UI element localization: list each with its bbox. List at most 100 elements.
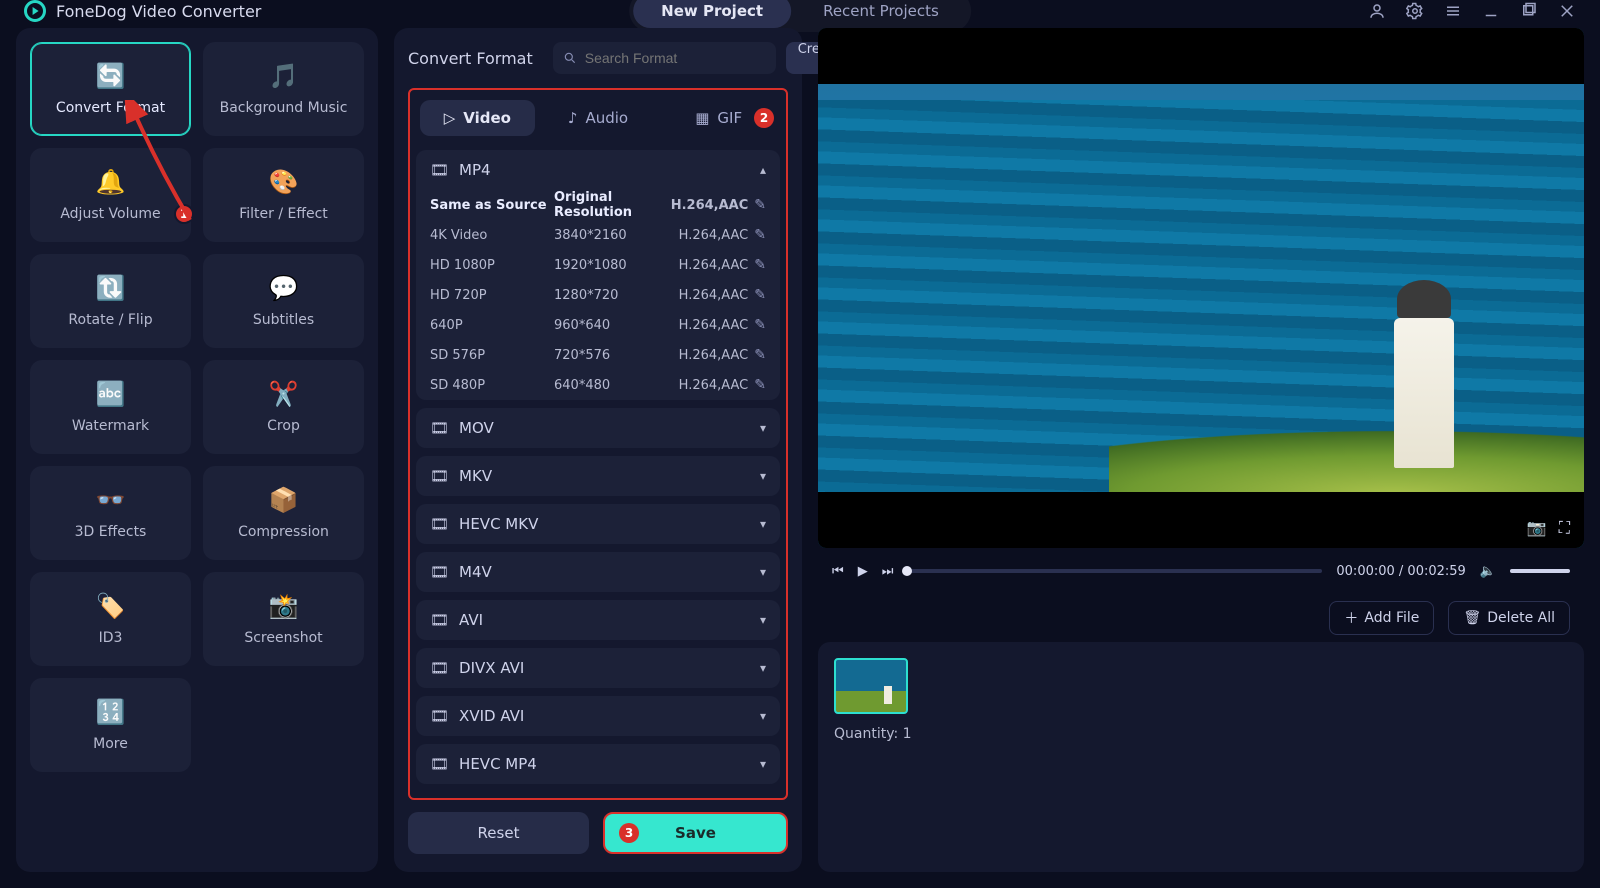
format-head-mov[interactable]: 🎞MOV▾	[416, 408, 780, 448]
camera-icon[interactable]: 📷	[1527, 518, 1547, 538]
format-row[interactable]: HD 1080P1920*1080H.264,AAC✎	[416, 250, 780, 280]
tab-new-project[interactable]: New Project	[633, 0, 791, 28]
chevron-down-icon: ▾	[760, 661, 766, 675]
edit-icon[interactable]: ✎	[754, 257, 766, 273]
format-row[interactable]: Same as SourceOriginal ResolutionH.264,A…	[416, 190, 780, 220]
format-row[interactable]: HD 720P1280*720H.264,AAC✎	[416, 280, 780, 310]
preset-resolution: 640*480	[554, 378, 679, 393]
preset-codec: H.264,AAC	[671, 198, 749, 213]
edit-icon[interactable]: ✎	[754, 347, 766, 363]
format-head-mkv[interactable]: 🎞MKV▾	[416, 456, 780, 496]
delete-all-button[interactable]: 🗑 Delete All	[1448, 601, 1570, 635]
format-row[interactable]: 4K Video3840*2160H.264,AAC✎	[416, 220, 780, 250]
id3-label: ID3	[99, 630, 123, 646]
chevron-up-icon: ▴	[760, 163, 766, 177]
tool-filter-effect[interactable]: 🎨Filter / Effect	[203, 148, 364, 242]
preset-resolution: 960*640	[554, 318, 679, 333]
format-head-avi[interactable]: 🎞AVI▾	[416, 600, 780, 640]
preset-label: HD 720P	[430, 288, 554, 303]
format-list: 🎞MP4▴Same as SourceOriginal ResolutionH.…	[416, 150, 780, 792]
format-row[interactable]: SD 480P640*480H.264,AAC✎	[416, 370, 780, 400]
volume-icon[interactable]: 🔈	[1480, 564, 1496, 579]
more-label: More	[93, 736, 128, 752]
tool-screenshot[interactable]: 📸 Screenshot	[203, 572, 364, 666]
lighthouse-image	[1394, 318, 1454, 468]
file-action-bar: ＋ Add File 🗑 Delete All	[818, 594, 1584, 642]
chevron-down-icon: ▾	[760, 613, 766, 627]
edit-icon[interactable]: ✎	[754, 317, 766, 333]
preset-codec: H.264,AAC	[679, 228, 749, 243]
tab-gif-label: GIF	[717, 109, 742, 127]
tool-background-music[interactable]: 🎵Background Music	[203, 42, 364, 136]
preset-label: Same as Source	[430, 198, 554, 213]
format-head-hevc-mkv[interactable]: 🎞HEVC MKV▾	[416, 504, 780, 544]
fullscreen-icon[interactable]: ⛶	[1559, 518, 1570, 538]
clip-thumbnail[interactable]	[834, 658, 908, 714]
compression-label: Compression	[238, 524, 329, 540]
logo-icon	[24, 0, 46, 22]
video-preview[interactable]: 📷 ⛶	[818, 28, 1584, 548]
tool-rotate-flip[interactable]: 🔃Rotate / Flip	[30, 254, 191, 348]
volume-slider[interactable]	[1510, 569, 1570, 573]
tool-id3[interactable]: 🏷️ID3	[30, 572, 191, 666]
minimize-icon[interactable]	[1482, 2, 1500, 20]
watermark-icon: 🔤	[96, 380, 126, 408]
format-group-m4v: 🎞M4V▾	[416, 552, 780, 592]
format-head-m4v[interactable]: 🎞M4V▾	[416, 552, 780, 592]
edit-icon[interactable]: ✎	[754, 377, 766, 393]
seek-slider[interactable]	[907, 569, 1322, 573]
add-file-button[interactable]: ＋ Add File	[1329, 601, 1434, 635]
next-icon[interactable]: ⏭	[882, 564, 894, 579]
format-group-mov: 🎞MOV▾	[416, 408, 780, 448]
user-icon[interactable]	[1368, 2, 1386, 20]
film-icon: 🎞	[430, 467, 449, 485]
clip-bin: Quantity: 1	[818, 642, 1584, 872]
film-icon: 🎞	[430, 755, 449, 773]
close-icon[interactable]	[1558, 2, 1576, 20]
rotate-flip-label: Rotate / Flip	[68, 312, 152, 328]
preset-codec: H.264,AAC	[679, 318, 749, 333]
subtitles-icon: 💬	[269, 274, 299, 302]
format-group-hevc-mp4: 🎞HEVC MP4▾	[416, 744, 780, 784]
tab-recent-projects[interactable]: Recent Projects	[795, 0, 967, 28]
edit-icon[interactable]: ✎	[754, 287, 766, 303]
tab-video[interactable]: ▷ Video	[420, 100, 535, 136]
format-head-hevc-mp4[interactable]: 🎞HEVC MP4▾	[416, 744, 780, 784]
screenshot-label: Screenshot	[244, 630, 322, 646]
panel-title: Convert Format	[408, 49, 533, 68]
screenshot-icon: 📸	[269, 592, 299, 620]
tool-subtitles[interactable]: 💬Subtitles	[203, 254, 364, 348]
video-icon: ▷	[444, 109, 456, 127]
edit-icon[interactable]: ✎	[754, 227, 766, 243]
edit-icon[interactable]: ✎	[754, 197, 766, 213]
tool-more[interactable]: 🔢More	[30, 678, 191, 772]
save-button[interactable]: 3 Save	[603, 812, 788, 854]
gear-icon[interactable]	[1406, 2, 1424, 20]
delete-all-label: Delete All	[1487, 610, 1555, 626]
menu-icon[interactable]	[1444, 2, 1462, 20]
tool-compression[interactable]: 📦Compression	[203, 466, 364, 560]
format-head-xvid-avi[interactable]: 🎞XVID AVI▾	[416, 696, 780, 736]
tool-adjust-volume[interactable]: 🔔Adjust Volume1	[30, 148, 191, 242]
search-icon	[563, 51, 577, 65]
prev-icon[interactable]: ⏮	[832, 564, 844, 579]
format-head-mp4[interactable]: 🎞MP4▴	[416, 150, 780, 190]
maximize-icon[interactable]	[1520, 2, 1538, 20]
tool-3d-effects[interactable]: 👓3D Effects	[30, 466, 191, 560]
search-field[interactable]	[585, 50, 766, 66]
format-head-divx-avi[interactable]: 🎞DIVX AVI▾	[416, 648, 780, 688]
format-group-avi: 🎞AVI▾	[416, 600, 780, 640]
reset-button[interactable]: Reset	[408, 812, 589, 854]
format-row[interactable]: SD 576P720*576H.264,AAC✎	[416, 340, 780, 370]
filter-effect-icon: 🎨	[269, 168, 299, 196]
search-format-input[interactable]	[553, 42, 776, 74]
format-group-divx-avi: 🎞DIVX AVI▾	[416, 648, 780, 688]
chevron-down-icon: ▾	[760, 517, 766, 531]
tool-watermark[interactable]: 🔤Watermark	[30, 360, 191, 454]
play-icon[interactable]: ▶	[858, 564, 868, 579]
tool-convert-format[interactable]: 🔄Convert Format	[30, 42, 191, 136]
format-row[interactable]: 640P960*640H.264,AAC✎	[416, 310, 780, 340]
adjust-volume-label: Adjust Volume	[60, 206, 160, 222]
tool-crop[interactable]: ✂️Crop	[203, 360, 364, 454]
tab-audio[interactable]: ♪ Audio	[541, 100, 656, 136]
